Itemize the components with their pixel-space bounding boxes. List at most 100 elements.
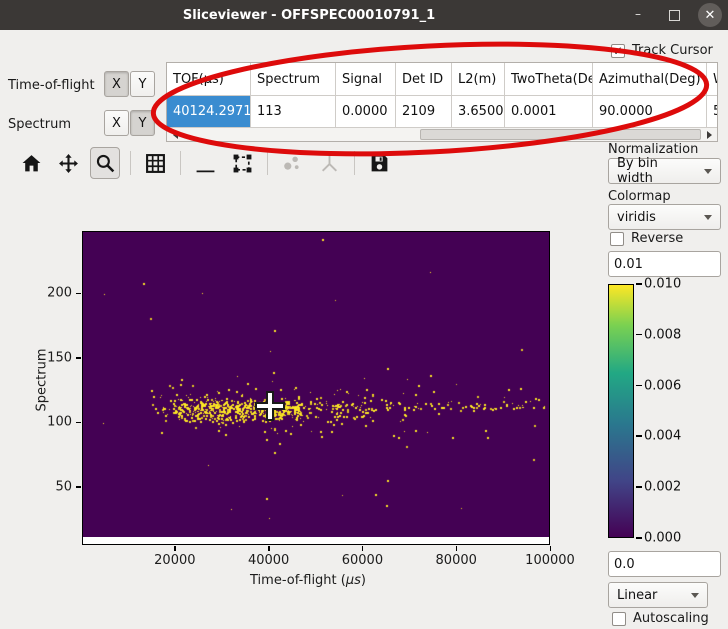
table-header-cell[interactable]: L2(m) [452, 63, 505, 96]
y-tick-label: 100 [32, 415, 72, 430]
y-axis-label: Spectrum [35, 364, 50, 412]
non-axis-aligned-cuts-icon [314, 147, 344, 179]
x-tick-label: 100000 [525, 553, 575, 568]
colorbar-tick-mark [636, 283, 642, 285]
x-tick-mark [362, 546, 364, 551]
table-data-cell[interactable]: 0.0001 [505, 96, 593, 127]
colorbar-max-input[interactable]: 0.01 [608, 251, 721, 277]
colorbar-tick-mark [636, 537, 642, 539]
reverse-row: Reverse [610, 231, 683, 246]
colorbar-tick-mark [636, 435, 642, 437]
scroll-left-arrow-icon[interactable] [168, 128, 182, 141]
tof-y-button[interactable]: Y [130, 71, 155, 97]
chevron-down-icon [704, 169, 712, 174]
colormap-label: Colormap [608, 189, 671, 204]
x-tick-label: 20000 [154, 553, 195, 568]
colormap-value: viridis [617, 210, 656, 225]
scale-dropdown[interactable]: Linear [608, 582, 708, 608]
home-icon[interactable] [16, 147, 46, 179]
table-data-cell[interactable]: 0.0000 [336, 96, 396, 127]
track-cursor-label: Track Cursor [632, 43, 713, 58]
track-cursor-row: ✓ Track Cursor [611, 43, 713, 58]
slice-plot-canvas[interactable] [83, 232, 551, 546]
y-tick-mark [76, 357, 81, 359]
y-tick-label: 50 [32, 479, 72, 494]
colorbar-tick-mark [636, 486, 642, 488]
cursor-info-table: TOF(µs)SpectrumSignalDet IDL2(m)TwoTheta… [166, 62, 718, 142]
x-tick-mark [268, 546, 270, 551]
table-data-cell[interactable]: 113 [251, 96, 336, 127]
normalization-label: Normalization [608, 142, 698, 157]
normalization-value: By bin width [617, 156, 696, 186]
peaks-overlay-icon [277, 147, 307, 179]
spectrum-x-button[interactable]: X [104, 110, 129, 136]
plot-toolbar [16, 146, 401, 180]
scroll-right-arrow-icon[interactable] [702, 128, 716, 141]
table-header-cell[interactable]: W [707, 63, 718, 96]
scale-value: Linear [617, 588, 657, 603]
dim-label-spectrum: Spectrum [8, 117, 71, 132]
cursor-table-data-row: 40124.29711130.000021093.65000.000190.00… [167, 96, 717, 127]
tof-x-button[interactable]: X [104, 71, 129, 97]
close-button[interactable]: ✕ [698, 3, 722, 27]
normalization-dropdown[interactable]: By bin width [608, 158, 721, 184]
chevron-down-icon [704, 215, 712, 220]
table-header-cell[interactable]: Azimuthal(Deg) [593, 63, 707, 96]
dim-label-time-of-flight: Time-of-flight [8, 78, 95, 93]
spectrum-y-button[interactable]: Y [130, 110, 155, 136]
y-tick-label: 200 [32, 286, 72, 301]
pan-icon[interactable] [53, 147, 83, 179]
table-data-cell[interactable]: 2109 [396, 96, 452, 127]
x-tick-mark [174, 546, 176, 551]
reverse-checkbox[interactable] [610, 232, 624, 246]
line-cuts-icon[interactable] [190, 147, 220, 179]
colorbar-tick-label: 0.004 [644, 429, 681, 444]
scrollbar-thumb[interactable] [420, 129, 701, 140]
slice-plot[interactable] [82, 231, 550, 545]
track-cursor-checkbox[interactable]: ✓ [611, 44, 625, 58]
colorbar-tick-label: 0.010 [644, 277, 681, 292]
autoscaling-label: Autoscaling [633, 611, 709, 626]
table-data-cell[interactable]: 5 [707, 96, 718, 127]
colorbar-tick-label: 0.006 [644, 378, 681, 393]
colorbar-tick-label: 0.000 [644, 531, 681, 546]
toolbar-separator [180, 151, 181, 175]
toolbar-separator [354, 151, 355, 175]
colorbar [608, 284, 634, 538]
table-data-cell[interactable]: 90.0000 [593, 96, 707, 127]
x-axis-label: Time-of-flight (µs) [250, 573, 366, 588]
save-icon[interactable] [364, 147, 394, 179]
toolbar-separator [130, 151, 131, 175]
table-header-cell[interactable]: TwoTheta(Deg) [505, 63, 593, 96]
x-tick-mark [550, 546, 552, 551]
window-titlebar: Sliceviewer - OFFSPEC00010791_1 – ✕ [0, 0, 728, 30]
table-header-cell[interactable]: Det ID [396, 63, 452, 96]
toolbar-separator [267, 151, 268, 175]
table-data-cell[interactable]: 40124.2971 [167, 96, 251, 127]
x-tick-mark [456, 546, 458, 551]
region-selection-icon[interactable] [227, 147, 257, 179]
window-title: Sliceviewer - OFFSPEC00010791_1 [0, 8, 618, 23]
table-horizontal-scrollbar[interactable] [167, 127, 717, 141]
chevron-down-icon [691, 593, 699, 598]
table-header-cell[interactable]: Signal [336, 63, 396, 96]
table-data-cell[interactable]: 3.6500 [452, 96, 505, 127]
y-tick-mark [76, 486, 81, 488]
plot-bottom-white-band [83, 537, 549, 544]
grid-icon[interactable] [140, 147, 170, 179]
colorbar-tick-label: 0.002 [644, 480, 681, 495]
zoom-icon[interactable] [90, 147, 120, 179]
colorbar-tick-mark [636, 385, 642, 387]
table-header-cell[interactable]: Spectrum [251, 63, 336, 96]
autoscaling-row: Autoscaling [612, 611, 709, 626]
table-header-cell[interactable]: TOF(µs) [167, 63, 251, 96]
y-tick-mark [76, 293, 81, 295]
x-tick-label: 60000 [342, 553, 383, 568]
maximize-button[interactable] [662, 3, 686, 27]
autoscaling-checkbox[interactable] [612, 612, 626, 626]
x-tick-label: 40000 [248, 553, 289, 568]
minimize-button[interactable]: – [626, 3, 650, 27]
colormap-dropdown[interactable]: viridis [608, 204, 721, 230]
colorbar-min-input[interactable]: 0.0 [608, 551, 721, 577]
cursor-table-header-row: TOF(µs)SpectrumSignalDet IDL2(m)TwoTheta… [167, 63, 717, 96]
